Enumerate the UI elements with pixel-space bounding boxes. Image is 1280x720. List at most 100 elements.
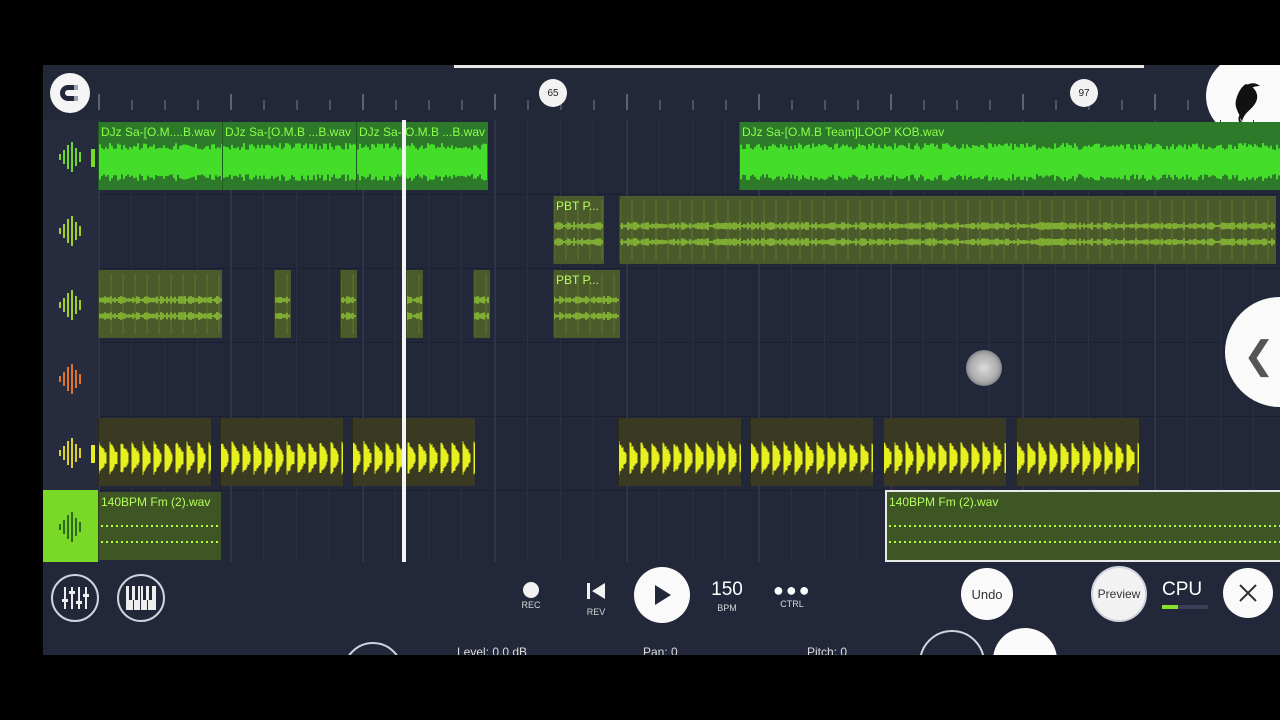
audio-clip[interactable]: [750, 418, 873, 486]
track-2-header[interactable]: [43, 194, 98, 268]
track-3: PBT P...: [43, 268, 1280, 343]
waveform-stroke: [116, 541, 118, 543]
snap-magnet-button[interactable]: [50, 73, 90, 113]
waveform-stroke: [1089, 541, 1091, 543]
play-button[interactable]: [634, 567, 690, 623]
audio-clip[interactable]: [274, 270, 291, 338]
track-6-lane[interactable]: 140BPM Fm (2).wav 140BPM Fm (2).wav: [98, 490, 1280, 564]
audio-clip[interactable]: [340, 270, 357, 338]
waveform-stroke: [1254, 541, 1256, 543]
tempo-control[interactable]: 150 BPM: [705, 579, 749, 613]
lower-right-button[interactable]: [919, 630, 985, 655]
ruler-tick: [989, 100, 991, 110]
audio-clip[interactable]: [618, 418, 741, 486]
track-6-header-selected[interactable]: [43, 490, 98, 564]
audio-clip[interactable]: DJz Sa-[O.M.B Team]LOOP KOB.wav: [739, 122, 1280, 190]
waveform-stroke: [166, 525, 168, 527]
horizontal-scrollbar[interactable]: [454, 65, 1144, 68]
track-4-header[interactable]: [43, 342, 98, 416]
audio-clip-selected[interactable]: 140BPM Fm (2).wav: [885, 490, 1280, 562]
record-label: REC: [521, 600, 541, 610]
audio-clip[interactable]: [220, 418, 343, 486]
audio-clip[interactable]: [619, 196, 1276, 264]
record-dot-icon: [523, 582, 539, 598]
waveform-stroke: [969, 525, 971, 527]
waveform-stroke: [914, 541, 916, 543]
waveform-stroke: [1139, 525, 1141, 527]
close-button[interactable]: [1223, 568, 1273, 618]
rewind-control[interactable]: REV: [578, 582, 614, 617]
track-4-lane[interactable]: [98, 342, 1280, 416]
track-3-header[interactable]: [43, 268, 98, 342]
waveform-stroke: [1089, 525, 1091, 527]
ruler-tick: [131, 100, 133, 110]
bar-marker-65[interactable]: 65: [539, 79, 567, 107]
waveform-stroke: [126, 525, 128, 527]
audio-clip[interactable]: 140BPM Fm (2).wav: [98, 492, 221, 560]
ctrl-label: CTRL: [780, 599, 804, 609]
audio-clip[interactable]: [1016, 418, 1139, 486]
waveform-stroke: [111, 525, 113, 527]
clip-label: DJz Sa-[O.M....B.wav: [101, 125, 216, 139]
waveform-stroke: [1219, 541, 1221, 543]
waveform-stroke: [171, 525, 173, 527]
audio-clip[interactable]: DJz Sa-[O.M.B ...B.wav: [356, 122, 488, 190]
waveform-stroke: [191, 541, 193, 543]
waveform-stroke: [171, 541, 173, 543]
preview-button[interactable]: Preview: [1091, 566, 1147, 622]
ruler-tick: [1121, 100, 1123, 110]
waveform-stroke: [1134, 541, 1136, 543]
piano-roll-button[interactable]: [117, 574, 165, 622]
audio-clip[interactable]: [883, 418, 1006, 486]
waveform-stroke: [206, 541, 208, 543]
ruler-tick: [1187, 100, 1189, 110]
timeline-ruler[interactable]: 65 97: [43, 65, 1280, 139]
audio-clip[interactable]: [98, 270, 222, 338]
waveform-stroke: [1039, 525, 1041, 527]
lower-right-button-filled[interactable]: [993, 628, 1057, 655]
ruler-tick: [692, 100, 694, 110]
bar-marker-97[interactable]: 97: [1070, 79, 1098, 107]
audio-clip[interactable]: [352, 418, 475, 486]
audio-clip[interactable]: DJz Sa-[O.M....B.wav: [98, 122, 223, 190]
lower-round-button[interactable]: [343, 642, 403, 655]
track-1-header[interactable]: [43, 120, 98, 194]
clip-label: PBT P...: [556, 199, 599, 213]
waveform-stroke: [979, 525, 981, 527]
waveform-stroke: [136, 541, 138, 543]
waveform-stroke: [211, 541, 213, 543]
ctrl-menu[interactable]: ●●● CTRL: [773, 581, 811, 609]
waveform-stroke: [889, 525, 891, 527]
waveform-stroke: [141, 525, 143, 527]
ruler-tick: [1022, 94, 1024, 110]
rewind-label: REV: [586, 607, 606, 617]
waveform-icon: [58, 142, 81, 172]
waveform-stroke: [176, 525, 178, 527]
record-control[interactable]: REC: [513, 582, 549, 610]
mixer-button[interactable]: [51, 574, 99, 622]
audio-clip[interactable]: PBT P...: [553, 270, 620, 338]
ruler-tick: [1154, 94, 1156, 110]
waveform-stroke: [1149, 525, 1151, 527]
track-1-lane[interactable]: DJz Sa-[O.M....B.wav DJz Sa-[O.M.B ...B.…: [91, 120, 1280, 194]
undo-button[interactable]: Undo: [961, 568, 1013, 620]
audio-clip[interactable]: [406, 270, 423, 338]
waveform-stroke: [1019, 525, 1021, 527]
track-5-lane[interactable]: [91, 416, 1280, 490]
track-5-header[interactable]: [43, 416, 98, 490]
waveform-stroke: [1034, 525, 1036, 527]
skip-back-icon: [587, 583, 605, 599]
playhead[interactable]: [402, 120, 406, 562]
waveform-stroke: [1114, 541, 1116, 543]
track-3-lane[interactable]: PBT P...: [98, 268, 1280, 342]
fl-studio-mobile-window: 65 97 DJz Sa-[O.M....B.wav DJz Sa-[O.M.B…: [43, 65, 1280, 655]
track-2-lane[interactable]: PBT P...: [98, 194, 1280, 268]
waveform-stroke: [1184, 525, 1186, 527]
waveform-stroke: [964, 541, 966, 543]
audio-clip[interactable]: DJz Sa-[O.M.B ...B.wav: [222, 122, 357, 190]
audio-clip[interactable]: [98, 418, 211, 486]
waveform-stroke: [1129, 541, 1131, 543]
audio-clip[interactable]: PBT P...: [553, 196, 604, 264]
audio-clip[interactable]: [473, 270, 490, 338]
waveform-stroke: [166, 541, 168, 543]
